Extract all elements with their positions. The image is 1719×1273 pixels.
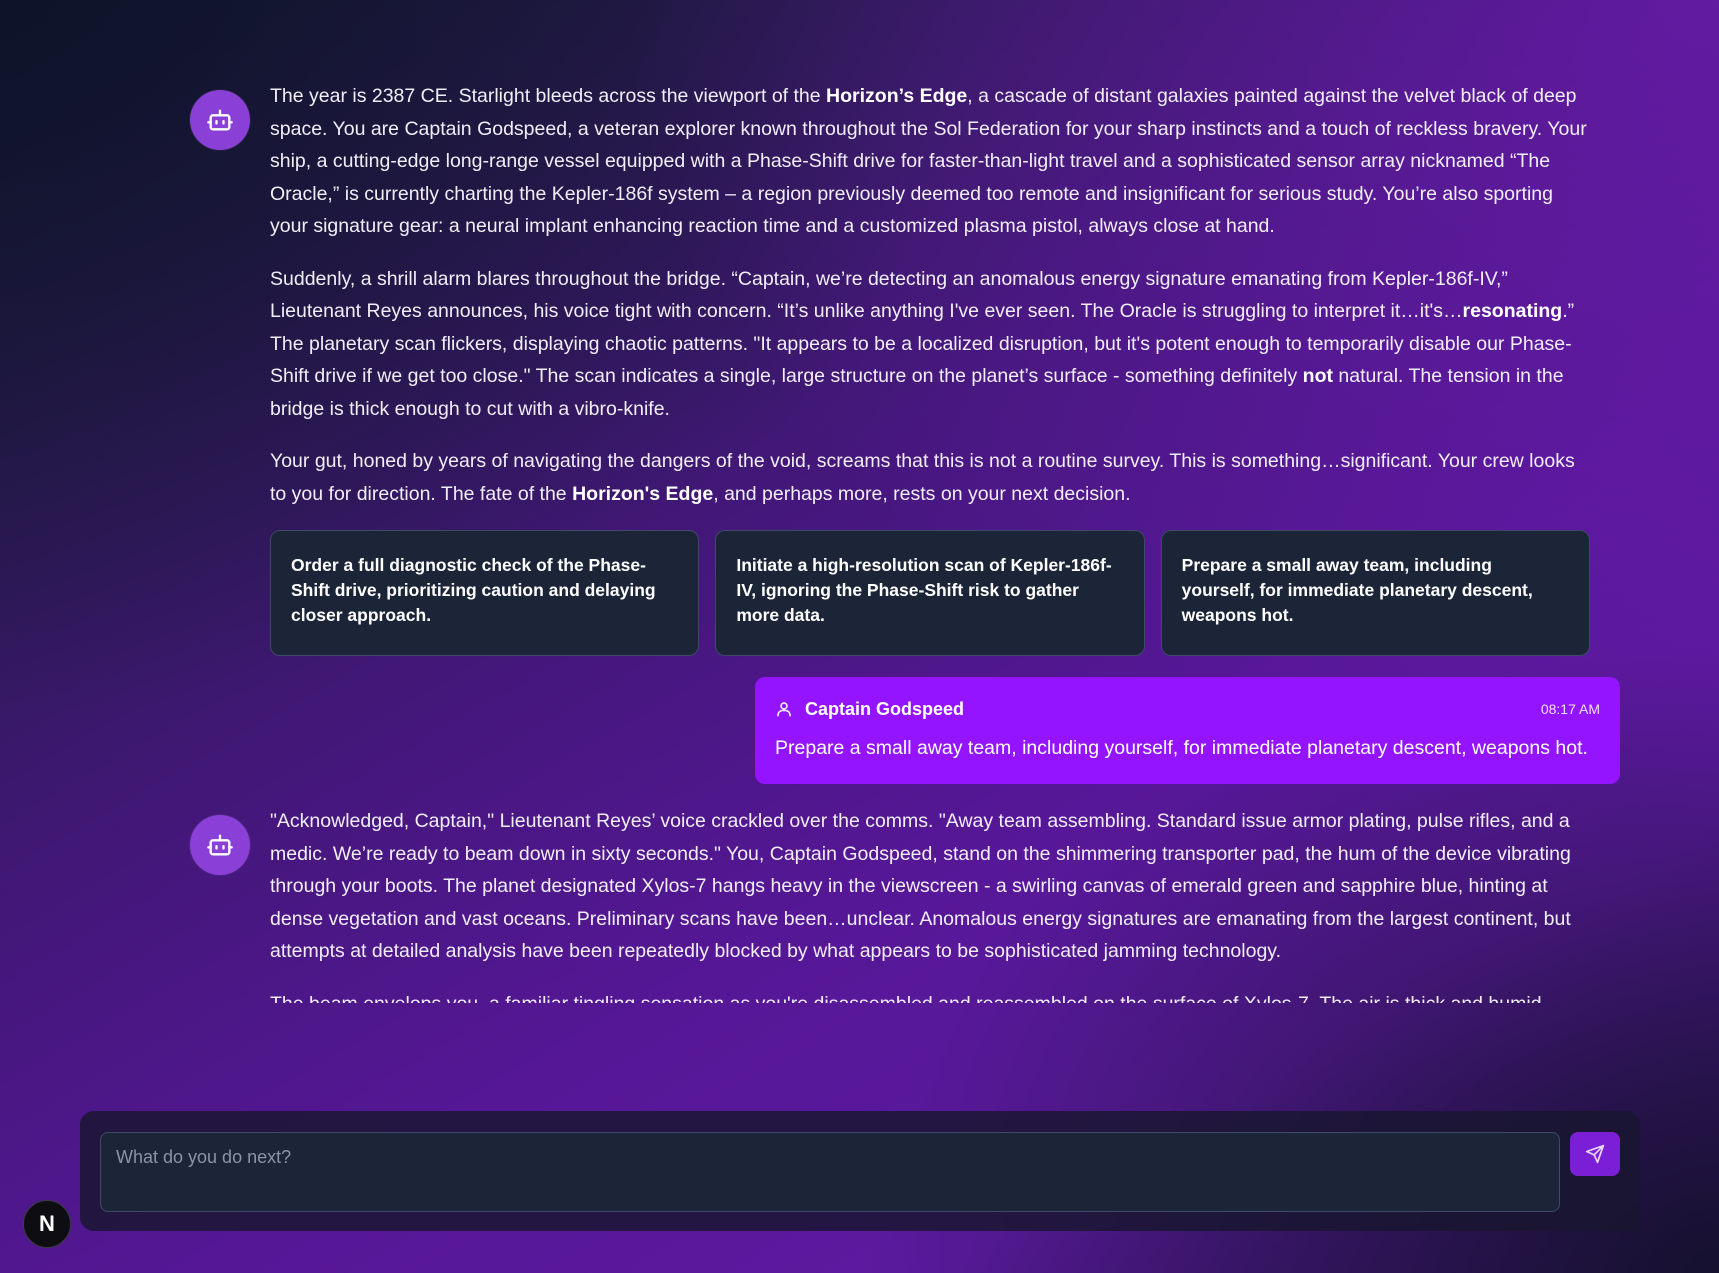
composer bbox=[80, 1111, 1640, 1231]
assistant-message: The year is 2387 CE. Starlight bleeds ac… bbox=[270, 80, 1590, 530]
app-badge[interactable]: N bbox=[23, 1200, 71, 1248]
choice-list: Order a full diagnostic check of the Pha… bbox=[270, 530, 1590, 656]
choice-option[interactable]: Order a full diagnostic check of the Pha… bbox=[270, 530, 700, 656]
message-paragraph: Your gut, honed by years of navigating t… bbox=[270, 450, 1575, 505]
message-paragraph: Suddenly, a shrill alarm blares througho… bbox=[270, 267, 1575, 420]
emphasis-text: Horizon’s Edge bbox=[826, 85, 968, 107]
choice-option[interactable]: Prepare a small away team, including you… bbox=[1160, 530, 1590, 656]
choice-option[interactable]: Initiate a high-resolution scan of Keple… bbox=[715, 530, 1145, 656]
user-name: Captain Godspeed bbox=[805, 698, 965, 719]
action-input[interactable] bbox=[100, 1132, 1560, 1212]
message-paragraph: The beam envelops you, a familiar tingli… bbox=[270, 988, 1590, 1004]
assistant-message: "Acknowledged, Captain," Lieutenant Reye… bbox=[270, 805, 1590, 1003]
user-message: Captain Godspeed 08:17 AM Prepare a smal… bbox=[755, 677, 1620, 784]
message-paragraph: The year is 2387 CE. Starlight bleeds ac… bbox=[270, 85, 1587, 237]
send-icon bbox=[1585, 1144, 1605, 1164]
emphasis-text: resonating bbox=[1462, 300, 1563, 322]
assistant-avatar bbox=[190, 815, 250, 875]
chat-feed[interactable]: The year is 2387 CE. Starlight bleeds ac… bbox=[0, 0, 1719, 1003]
emphasis-text: not bbox=[1302, 365, 1333, 387]
bot-icon bbox=[207, 834, 233, 856]
emphasis-text: Horizon's Edge bbox=[572, 482, 714, 505]
assistant-avatar bbox=[190, 90, 250, 150]
send-button[interactable] bbox=[1570, 1132, 1620, 1176]
user-message-text: Prepare a small away team, including you… bbox=[775, 737, 1588, 759]
user-icon bbox=[777, 702, 791, 717]
user-message-header: Captain Godspeed 08:17 AM bbox=[775, 697, 1600, 721]
bot-icon bbox=[207, 109, 233, 131]
message-timestamp: 08:17 AM bbox=[1540, 701, 1600, 717]
message-paragraph: "Acknowledged, Captain," Lieutenant Reye… bbox=[270, 810, 1571, 962]
